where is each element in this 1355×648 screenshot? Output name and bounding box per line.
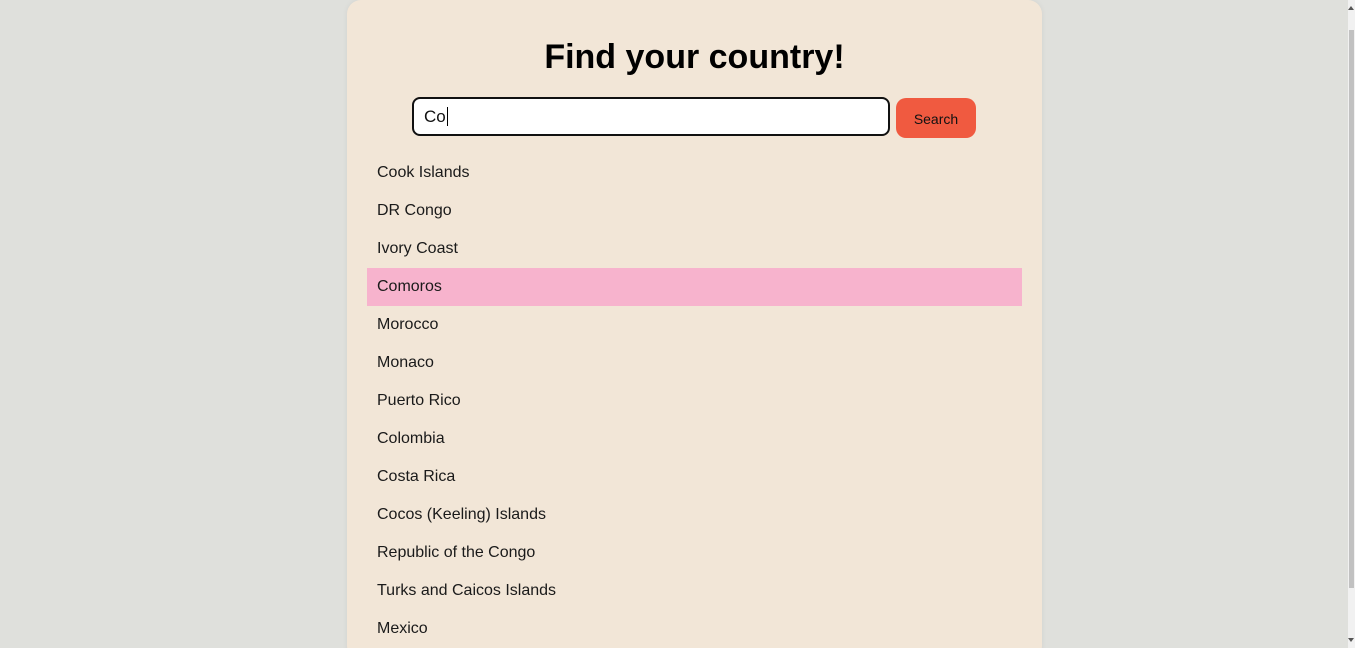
- result-item[interactable]: Ivory Coast: [367, 230, 1022, 268]
- search-input-value: Co: [424, 106, 446, 126]
- result-item[interactable]: Cook Islands: [367, 154, 1022, 192]
- result-item[interactable]: Comoros: [367, 268, 1022, 306]
- vertical-scrollbar[interactable]: [1348, 0, 1355, 648]
- search-button[interactable]: Search: [896, 98, 976, 138]
- result-item[interactable]: Monaco: [367, 344, 1022, 382]
- scrollbar-thumb[interactable]: [1349, 30, 1354, 588]
- result-item[interactable]: Colombia: [367, 420, 1022, 458]
- result-item[interactable]: DR Congo: [367, 192, 1022, 230]
- result-item[interactable]: Morocco: [367, 306, 1022, 344]
- results-list: Cook Islands DR Congo Ivory Coast Comoros Mo…: [367, 154, 1022, 648]
- result-item[interactable]: Republic of the Congo: [367, 534, 1022, 572]
- result-item[interactable]: Turks and Caicos Islands: [367, 572, 1022, 610]
- search-input[interactable]: Co: [412, 97, 890, 136]
- scroll-down-arrow-icon[interactable]: [1348, 638, 1354, 642]
- result-item[interactable]: Costa Rica: [367, 458, 1022, 496]
- page: Find your country! Co Search Cook Island…: [0, 0, 1355, 648]
- scroll-up-arrow-icon[interactable]: [1348, 6, 1354, 10]
- result-item[interactable]: Mexico: [367, 610, 1022, 648]
- page-title: Find your country!: [544, 38, 845, 76]
- search-card: Find your country! Co Search Cook Island…: [347, 0, 1042, 648]
- result-item[interactable]: Puerto Rico: [367, 382, 1022, 420]
- text-caret: [446, 107, 448, 126]
- result-item[interactable]: Cocos (Keeling) Islands: [367, 496, 1022, 534]
